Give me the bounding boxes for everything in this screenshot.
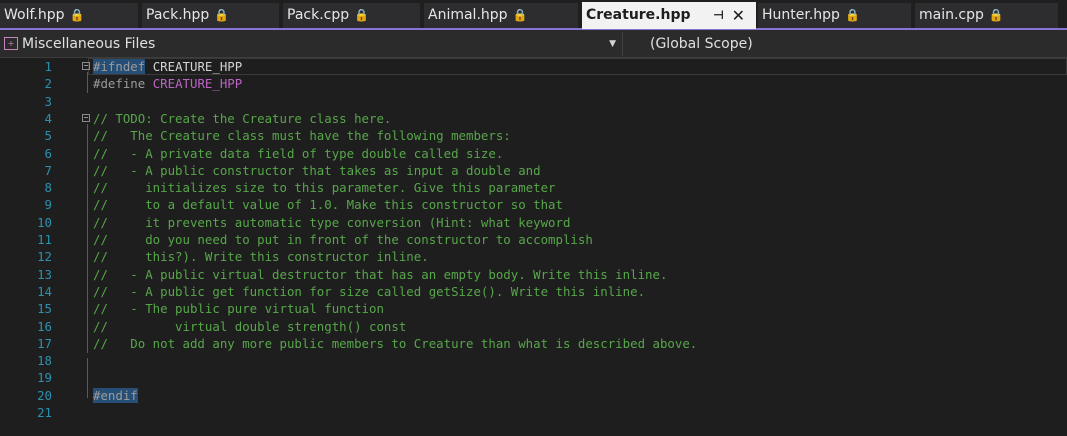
code-line: 8 // initializes size to this parameter. … <box>0 179 1067 196</box>
tab-label: Creature.hpp <box>586 7 691 23</box>
code-line: 1 − #ifndef CREATURE_HPP <box>0 58 1067 75</box>
lock-icon: 🔒 <box>214 8 230 22</box>
tab-label: main.cpp <box>919 7 984 23</box>
code-line: 4 −// TODO: Create the Creature class her… <box>0 110 1067 127</box>
tab-label: Animal.hpp <box>428 7 508 23</box>
line-number: 3 <box>44 93 52 109</box>
project-label: Miscellaneous Files <box>22 36 156 52</box>
line-number: 11 <box>37 232 52 247</box>
comment-text: // - A private data field of type double… <box>93 145 504 161</box>
code-line: 2 #define CREATURE_HPP <box>0 75 1067 92</box>
line-number: 7 <box>44 162 52 178</box>
line-number: 1 <box>44 59 52 74</box>
tab-pack-cpp[interactable]: Pack.cpp 🔒 <box>283 3 420 28</box>
lock-icon: 🔒 <box>988 8 1004 22</box>
line-number: 10 <box>37 214 52 230</box>
line-number: 19 <box>37 370 52 386</box>
line-number: 9 <box>44 197 52 213</box>
tab-label: Pack.cpp <box>287 7 350 23</box>
scope-label: (Global Scope) <box>650 36 753 52</box>
line-number: 21 <box>37 405 52 420</box>
code-line: 18 <box>0 352 1067 369</box>
line-number: 2 <box>44 76 52 92</box>
comment-text: // TODO: Create the Creature class here. <box>93 110 392 126</box>
comment-text: // initializes size to this parameter. G… <box>93 180 556 196</box>
comment-text: // to a default value of 1.0. Make this … <box>93 197 563 213</box>
code-line: 15 // - The public pure virtual function <box>0 300 1067 317</box>
comment-text: // virtual double strength() const <box>93 318 407 334</box>
code-line: 6 // - A private data field of type doubl… <box>0 145 1067 162</box>
line-number: 15 <box>37 301 52 317</box>
misc-files-icon: + <box>4 37 18 50</box>
pin-icon[interactable]: ⊣ <box>713 2 724 29</box>
comment-text: // do you need to put in front of the co… <box>93 232 593 247</box>
comment-text: // - A public get function for size call… <box>93 283 646 299</box>
line-number: 14 <box>37 283 52 299</box>
tab-label: Pack.hpp <box>146 7 210 23</box>
divider <box>622 32 623 56</box>
code-line: 10 // it prevents automatic type conversi… <box>0 214 1067 231</box>
preprocessor-directive: #ifndef <box>93 59 146 74</box>
comment-text: // Do not add any more public members to… <box>93 335 698 351</box>
scope-dropdown[interactable]: (Global Scope) <box>650 33 753 55</box>
line-number: 18 <box>37 353 52 369</box>
line-number: 20 <box>37 387 52 403</box>
lock-icon: 🔒 <box>354 8 370 22</box>
comment-text: // this?). Write this constructor inline… <box>93 249 429 265</box>
line-number: 6 <box>44 145 52 161</box>
chevron-down-icon: ▼ <box>609 39 616 49</box>
comment-text: // The Creature class must have the foll… <box>93 128 511 144</box>
lock-icon: 🔒 <box>512 8 528 22</box>
code-line: 5 // The Creature class must have the fol… <box>0 127 1067 144</box>
code-line: 17 // Do not add any more public members … <box>0 335 1067 352</box>
tab-hunter-hpp[interactable]: Hunter.hpp 🔒 <box>758 3 911 28</box>
code-line: 11 // do you need to put in front of the … <box>0 231 1067 248</box>
comment-text: // - A public virtual destructor that ha… <box>93 266 668 282</box>
collapse-icon[interactable]: − <box>82 62 90 70</box>
code-line: 20 #endif <box>0 387 1067 404</box>
tab-pack-hpp[interactable]: Pack.hpp 🔒 <box>142 3 279 28</box>
comment-text: // it prevents automatic type conversion… <box>93 214 571 230</box>
tab-wolf-hpp[interactable]: Wolf.hpp 🔒 <box>0 3 138 28</box>
close-icon[interactable]: ✕ <box>732 2 745 29</box>
code-line: 12 // this?). Write this constructor inli… <box>0 248 1067 265</box>
macro-name: CREATURE_HPP <box>152 76 243 92</box>
code-line: 9 // to a default value of 1.0. Make this… <box>0 196 1067 213</box>
tab-label: Hunter.hpp <box>762 7 840 23</box>
document-tab-bar: Wolf.hpp 🔒 Pack.hpp 🔒 Pack.cpp 🔒 Animal.hpp… <box>0 0 1067 30</box>
project-dropdown[interactable]: + Miscellaneous Files ▼ <box>0 33 620 55</box>
collapse-icon[interactable]: − <box>82 113 90 122</box>
code-line: 7 // - A public constructor that takes as… <box>0 162 1067 179</box>
comment-text: // - The public pure virtual function <box>93 301 384 317</box>
tab-animal-hpp[interactable]: Animal.hpp 🔒 <box>424 3 578 28</box>
code-line: 3 <box>0 93 1067 110</box>
macro-name: CREATURE_HPP <box>152 59 243 74</box>
preprocessor-directive: #define <box>93 76 146 92</box>
code-line: 16 // virtual double strength() const <box>0 318 1067 335</box>
comment-text: // - A public constructor that takes as … <box>93 162 541 178</box>
line-number: 16 <box>37 318 52 334</box>
line-number: 4 <box>44 110 52 126</box>
line-number: 17 <box>37 335 52 351</box>
lock-icon: 🔒 <box>69 8 85 22</box>
code-line: 19 <box>0 369 1067 386</box>
lock-icon: 🔒 <box>844 8 860 22</box>
code-line: 21 <box>0 404 1067 421</box>
line-number: 8 <box>44 180 52 196</box>
tab-creature-hpp[interactable]: Creature.hpp ⊣ ✕ <box>582 2 756 29</box>
tab-main-cpp[interactable]: main.cpp 🔒 <box>915 3 1058 28</box>
line-number: 12 <box>37 249 52 265</box>
line-number: 13 <box>37 266 52 282</box>
code-line: 13 // - A public virtual destructor that … <box>0 266 1067 283</box>
navigation-bar: + Miscellaneous Files ▼ (Global Scope) <box>0 30 1067 58</box>
tab-label: Wolf.hpp <box>4 7 65 23</box>
code-line: 14 // - A public get function for size ca… <box>0 283 1067 300</box>
preprocessor-directive: #endif <box>93 387 138 403</box>
code-editor[interactable]: 1− #ifndef CREATURE_HPP 2 #define CREATURE… <box>0 58 1067 436</box>
line-number: 5 <box>44 128 52 144</box>
